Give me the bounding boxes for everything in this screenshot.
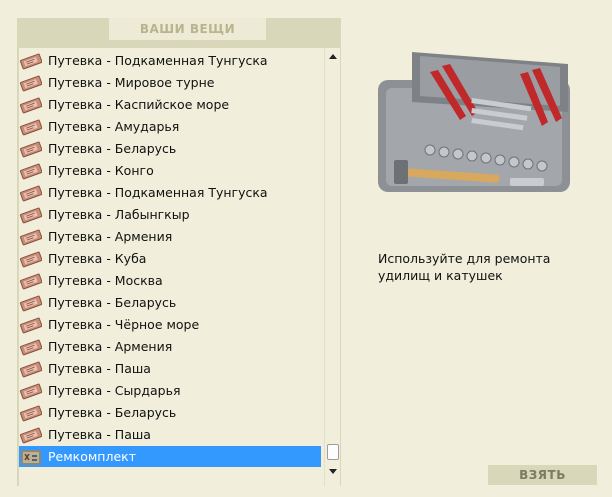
inventory-item-label: Путевка - Сырдарья	[48, 383, 181, 398]
ticket-icon	[20, 338, 43, 356]
inventory-list-item[interactable]: Путевка - Подкаменная Тунгуска	[19, 50, 321, 71]
inventory-list: Путевка - Подкаменная Тунгуска Путевка - …	[19, 48, 322, 486]
ticket-icon	[20, 118, 43, 136]
inventory-item-label: Путевка - Паша	[48, 361, 151, 376]
inventory-list-item[interactable]: Путевка - Сырдарья	[19, 380, 321, 401]
inventory-item-label: Путевка - Подкаменная Тунгуска	[48, 185, 268, 200]
inventory-list-item[interactable]: Путевка - Конго	[19, 160, 321, 181]
inventory-list-item[interactable]: Путевка - Лабынгкыр	[19, 204, 321, 225]
inventory-list-item[interactable]: Ремкомплект	[19, 446, 321, 467]
inventory-list-item[interactable]: Путевка - Куба	[19, 248, 321, 269]
inventory-list-item[interactable]: Путевка - Беларусь	[19, 402, 321, 423]
inventory-list-item[interactable]: Путевка - Беларусь	[19, 138, 321, 159]
ticket-icon	[20, 316, 43, 334]
inventory-panel: ВАШИ ВЕЩИ Путевка - Подкаменная Тунгуска…	[17, 18, 341, 486]
inventory-item-label: Путевка - Паша	[48, 427, 151, 442]
inventory-item-label: Путевка - Подкаменная Тунгуска	[48, 53, 268, 68]
ticket-icon	[20, 140, 43, 158]
scrollbar[interactable]	[324, 48, 340, 486]
ticket-icon	[20, 250, 43, 268]
ticket-icon	[20, 96, 43, 114]
toolbox-image	[372, 42, 577, 200]
ticket-icon	[20, 294, 43, 312]
inventory-item-label: Путевка - Армения	[48, 339, 173, 354]
ticket-icon	[20, 382, 43, 400]
inventory-list-item[interactable]: Путевка - Подкаменная Тунгуска	[19, 182, 321, 203]
inventory-list-item[interactable]: Путевка - Москва	[19, 270, 321, 291]
inventory-item-label: Путевка - Москва	[48, 273, 163, 288]
inventory-list-item[interactable]: Путевка - Армения	[19, 336, 321, 357]
inventory-list-item[interactable]: Путевка - Армения	[19, 226, 321, 247]
ticket-icon	[20, 52, 43, 70]
scroll-up-arrow[interactable]	[325, 50, 340, 62]
inventory-item-label: Путевка - Армения	[48, 229, 173, 244]
inventory-list-item[interactable]: Путевка - Паша	[19, 358, 321, 379]
scroll-down-arrow[interactable]	[325, 465, 340, 477]
ticket-icon	[20, 426, 43, 444]
inventory-item-label: Путевка - Куба	[48, 251, 147, 266]
inventory-list-item[interactable]: Путевка - Беларусь	[19, 292, 321, 313]
ticket-icon	[20, 404, 43, 422]
inventory-item-label: Путевка - Беларусь	[48, 141, 177, 156]
inventory-list-item[interactable]: Путевка - Паша	[19, 424, 321, 445]
inventory-list-item[interactable]: Путевка - Каспийское море	[19, 94, 321, 115]
ticket-icon	[20, 184, 43, 202]
inventory-item-label: Путевка - Мировое турне	[48, 75, 215, 90]
inventory-item-label: Путевка - Амударья	[48, 119, 180, 134]
inventory-item-label: Путевка - Беларусь	[48, 405, 177, 420]
take-button[interactable]: ВЗЯТЬ	[488, 465, 597, 485]
inventory-item-label: Путевка - Чёрное море	[48, 317, 200, 332]
inventory-header: ВАШИ ВЕЩИ	[109, 18, 266, 40]
inventory-list-item[interactable]: Путевка - Чёрное море	[19, 314, 321, 335]
inventory-item-label: Ремкомплект	[48, 449, 136, 464]
inventory-item-label: Путевка - Конго	[48, 163, 154, 178]
ticket-icon	[20, 272, 43, 290]
scroll-thumb[interactable]	[327, 444, 339, 460]
inventory-item-label: Путевка - Каспийское море	[48, 97, 230, 112]
ticket-icon	[20, 74, 43, 92]
ticket-icon	[20, 206, 43, 224]
ticket-icon	[20, 228, 43, 246]
inventory-item-label: Путевка - Беларусь	[48, 295, 177, 310]
ticket-icon	[20, 360, 43, 378]
ticket-icon	[20, 162, 43, 180]
inventory-item-label: Путевка - Лабынгкыр	[48, 207, 190, 222]
inventory-list-frame: Путевка - Подкаменная Тунгуска Путевка - …	[19, 48, 340, 486]
inventory-list-item[interactable]: Путевка - Мировое турне	[19, 72, 321, 93]
inventory-list-item[interactable]: Путевка - Амударья	[19, 116, 321, 137]
item-description: Используйте для ремонта удилищ и катушек	[378, 251, 551, 283]
repair-kit-icon	[20, 448, 42, 466]
